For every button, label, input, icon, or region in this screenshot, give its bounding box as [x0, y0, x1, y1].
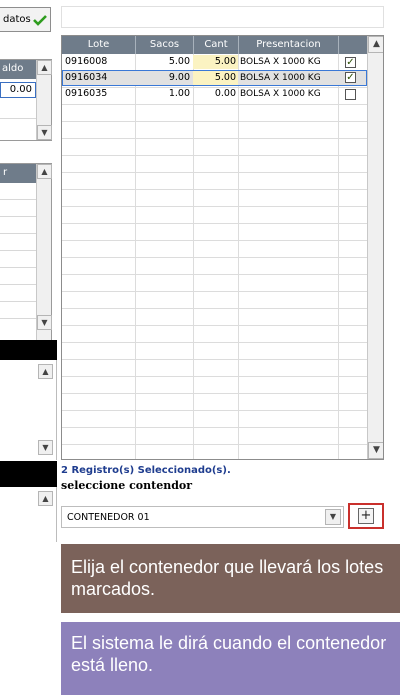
grid-row-line: [62, 104, 367, 105]
column-header-check[interactable]: [338, 36, 367, 54]
grid-row-line: [62, 138, 367, 139]
grid-row-line: [62, 325, 367, 326]
scroll-up-icon[interactable]: ▲: [38, 491, 53, 506]
grid-col-line: [338, 54, 339, 459]
check-icon: [33, 15, 47, 26]
cant-cell[interactable]: 0.00: [193, 87, 238, 101]
row-checkbox[interactable]: ✓: [345, 72, 356, 83]
scroll-down-icon[interactable]: ▼: [37, 125, 52, 140]
table-row-selected[interactable]: 0916034 9.00 5.00 BOLSA X 1000 KG ✓: [62, 70, 367, 86]
add-container-button[interactable]: +: [348, 503, 384, 529]
black-bar: [0, 340, 57, 360]
left-grid-1-scrollbar[interactable]: ▲ ▼: [36, 60, 52, 140]
left-grid-2: r ▲ ▼: [0, 163, 52, 341]
datos-label: datos: [3, 14, 31, 25]
grid-row-line: [62, 359, 367, 360]
lote-grid: Lote Sacos Cant Presentacion 0916008 5.0…: [61, 35, 384, 460]
sacos-cell: 1.00: [168, 88, 190, 99]
callout-brown: Elija el contenedor que llevará los lote…: [61, 544, 400, 613]
row-checkbox[interactable]: [345, 89, 356, 100]
plus-icon: +: [358, 508, 374, 524]
grid-col-line: [238, 54, 239, 459]
left-text-area-2[interactable]: ▲: [0, 487, 57, 542]
grid-row-line: [62, 223, 367, 224]
table-row[interactable]: 0916035 1.00 0.00 BOLSA X 1000 KG: [62, 87, 367, 102]
column-header-sacos[interactable]: Sacos: [135, 36, 193, 54]
grid-row-line: [62, 189, 367, 190]
black-bar: [0, 461, 57, 487]
lote-cell: 0916008: [65, 56, 108, 67]
scroll-down-icon[interactable]: ▼: [38, 440, 53, 455]
sacos-cell: 5.00: [168, 56, 190, 67]
scroll-down-icon[interactable]: ▼: [37, 315, 52, 330]
scroll-down-icon[interactable]: ▼: [368, 442, 383, 459]
lote-grid-scrollbar[interactable]: ▲ ▼: [367, 36, 383, 459]
column-header-cant[interactable]: Cant: [193, 36, 238, 54]
grid-row-line: [62, 291, 367, 292]
lote-cell: 0916034: [65, 72, 108, 83]
left-grid-2-scrollbar[interactable]: ▲ ▼: [36, 164, 52, 340]
row-checkbox[interactable]: ✓: [345, 57, 356, 68]
column-header-lote[interactable]: Lote: [62, 36, 135, 54]
grid-row-line: [62, 308, 367, 309]
grid-row-line: [62, 172, 367, 173]
container-select[interactable]: CONTENEDOR 01 ▼: [61, 506, 344, 528]
scroll-up-icon[interactable]: ▲: [38, 364, 53, 379]
datos-button[interactable]: datos: [0, 7, 51, 32]
top-input[interactable]: [61, 6, 384, 28]
lote-cell: 0916035: [65, 88, 108, 99]
left-grid-1-header: aldo: [0, 60, 36, 79]
grid-row-line: [62, 240, 367, 241]
container-select-value: CONTENEDOR 01: [67, 512, 150, 523]
left-grid-1-value: 0.00: [0, 82, 36, 98]
grid-row-line: [62, 274, 367, 275]
table-row[interactable]: 0916008 5.00 5.00 BOLSA X 1000 KG ✓: [62, 55, 367, 70]
scroll-up-icon[interactable]: ▲: [368, 36, 383, 53]
grid-col-line: [193, 54, 194, 459]
left-grid-1: aldo 0.00 ▲ ▼: [0, 59, 52, 141]
presentacion-cell: BOLSA X 1000 KG: [240, 89, 321, 99]
grid-row-line: [62, 410, 367, 411]
chevron-down-icon[interactable]: ▼: [325, 509, 341, 525]
grid-row-line: [62, 257, 367, 258]
left-grid-2-header: r: [0, 164, 36, 183]
column-header-presentacion[interactable]: Presentacion: [238, 36, 338, 54]
callout-purple: El sistema le dirá cuando el contenedor …: [61, 622, 400, 695]
cant-cell[interactable]: 5.00: [193, 71, 238, 85]
grid-row-line: [62, 444, 367, 445]
grid-row-line: [62, 206, 367, 207]
grid-row-line: [62, 121, 367, 122]
grid-col-line: [135, 54, 136, 459]
presentacion-cell: BOLSA X 1000 KG: [240, 57, 321, 67]
grid-row-line: [62, 393, 367, 394]
selected-count-text: 2 Registro(s) Seleccionado(s).: [61, 465, 231, 476]
grid-row-line: [62, 427, 367, 428]
select-container-label: seleccione contendor: [61, 479, 193, 492]
left-text-area-1[interactable]: ▲ ▼: [0, 360, 57, 460]
grid-row-line: [62, 376, 367, 377]
scroll-up-icon[interactable]: ▲: [37, 164, 52, 179]
presentacion-cell: BOLSA X 1000 KG: [240, 73, 321, 83]
cant-cell[interactable]: 5.00: [193, 55, 238, 69]
sacos-cell: 9.00: [168, 72, 190, 83]
grid-row-line: [62, 342, 367, 343]
grid-row-line: [62, 155, 367, 156]
scroll-up-icon[interactable]: ▲: [37, 60, 52, 75]
